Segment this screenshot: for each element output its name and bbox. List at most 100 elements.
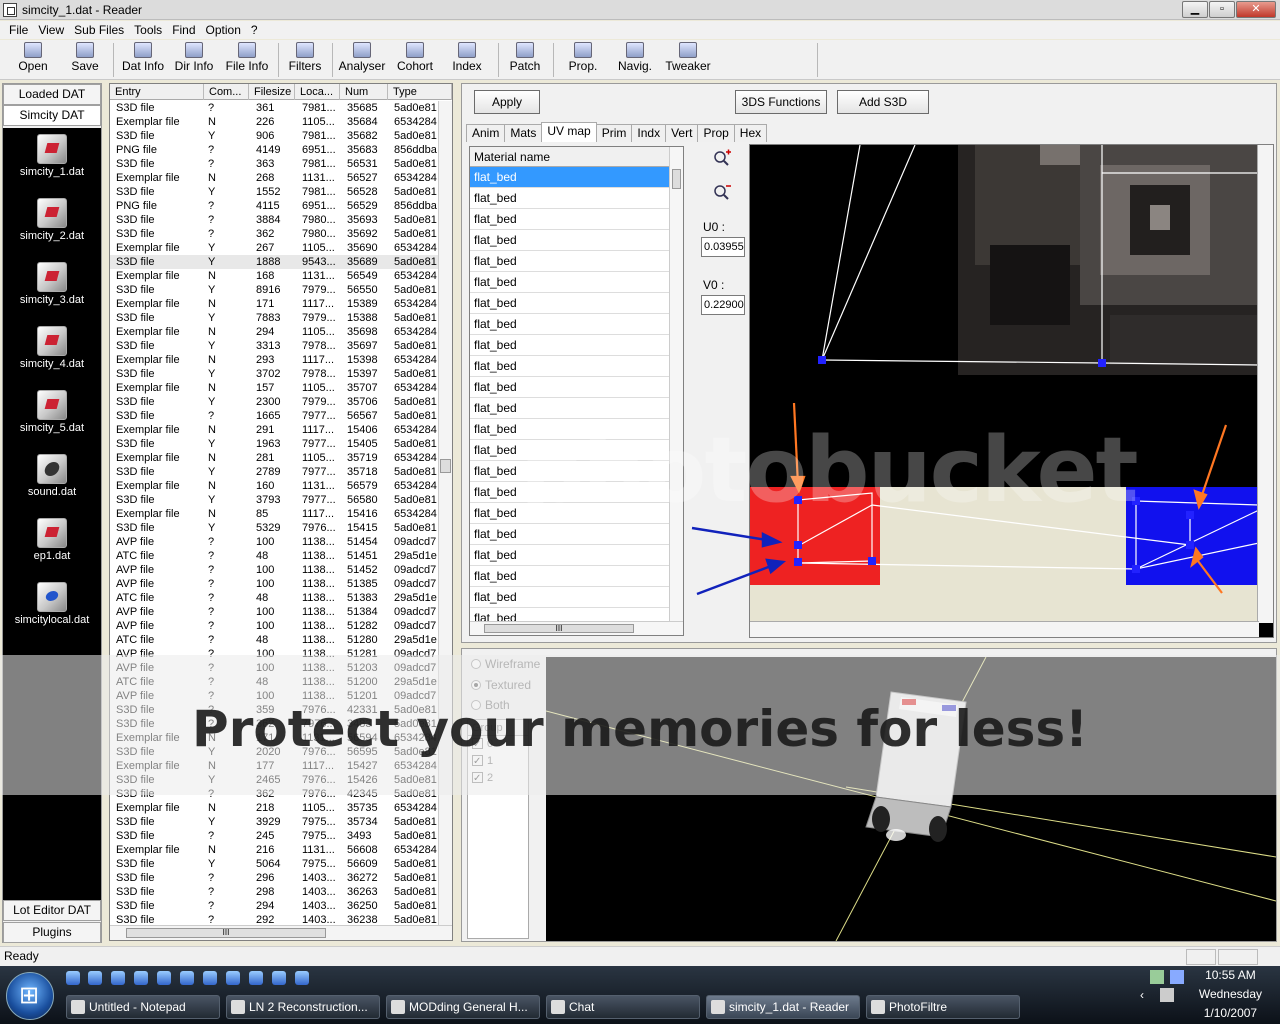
3ds-functions-button[interactable]: 3DS Functions xyxy=(735,90,827,114)
filters-button[interactable]: Filters xyxy=(286,42,324,78)
table-row[interactable]: Exemplar file N 157 1105... 35707 6534284 xyxy=(110,381,440,395)
table-row[interactable]: S3D file? 363 7981... 56531 5ad0e81 xyxy=(110,157,440,171)
uv-vertex-handle[interactable] xyxy=(1132,497,1140,505)
scroll-thumb[interactable] xyxy=(672,169,681,189)
table-row[interactable]: S3D file Y 1552 7981... 56528 5ad0e81 xyxy=(110,185,440,199)
material-row[interactable]: flat_bed xyxy=(470,503,670,524)
cohort-button[interactable]: Cohort xyxy=(394,42,436,78)
maximize-button[interactable]: ▫ xyxy=(1209,1,1235,18)
group-checkbox[interactable]: 0 xyxy=(468,736,528,753)
table-row[interactable]: S3D file Y 2465 7976... 15426 5ad0e81 xyxy=(110,773,440,787)
material-row[interactable]: flat_bed xyxy=(470,377,670,398)
checkbox[interactable] xyxy=(472,736,483,753)
uv-vertex-handle[interactable] xyxy=(818,356,826,364)
table-row[interactable]: AVP file? 100 1138... 51384 09adcd7 xyxy=(110,605,440,619)
tab-uv-map[interactable]: UV map xyxy=(541,122,597,142)
folder-icon[interactable] xyxy=(180,971,194,985)
recycle-bin-icon[interactable] xyxy=(88,971,102,985)
material-row[interactable]: flat_bed xyxy=(470,461,670,482)
table-row[interactable]: AVP file? 100 1138... 51281 09adcd7 xyxy=(110,647,440,661)
show-desktop-icon[interactable] xyxy=(66,971,80,985)
3d-viewport[interactable] xyxy=(546,657,1276,941)
uv-vertex-handle[interactable] xyxy=(794,541,802,549)
tab-prop[interactable]: Prop xyxy=(697,124,735,142)
table-row[interactable]: ATC file? 48 1138... 51383 29a5d1e xyxy=(110,591,440,605)
table-row[interactable]: S3D file Y 1963 7977... 15405 5ad0e81 xyxy=(110,437,440,451)
zoom-in-icon[interactable] xyxy=(712,148,732,168)
tab-prim[interactable]: Prim xyxy=(595,124,633,142)
menu-tools[interactable]: Tools xyxy=(129,23,167,37)
table-row[interactable]: Exemplar file N 294 1105... 35698 6534284 xyxy=(110,325,440,339)
scroll-thumb[interactable]: III xyxy=(126,928,326,938)
table-row[interactable]: Exemplar file N 177 1117... 15427 6534284 xyxy=(110,759,440,773)
tab-mats[interactable]: Mats xyxy=(504,124,543,142)
entry-list-vertical-scrollbar[interactable] xyxy=(438,101,452,925)
material-row[interactable]: flat_bed xyxy=(470,167,670,188)
table-row[interactable]: S3D file? 359 7976... 42331 5ad0e81 xyxy=(110,703,440,717)
table-row[interactable]: Exemplar file N 160 1131... 56579 6534284 xyxy=(110,479,440,493)
material-horizontal-scrollbar[interactable]: III xyxy=(470,621,683,635)
open-button[interactable]: Open xyxy=(14,42,52,78)
table-row[interactable]: S3D file? 362 7980... 35692 5ad0e81 xyxy=(110,227,440,241)
scroll-thumb[interactable] xyxy=(440,459,451,473)
table-row[interactable]: Exemplar file N 226 1105... 35684 6534284 xyxy=(110,115,440,129)
uv-vertex-handle[interactable] xyxy=(1098,359,1106,367)
uv-vertex-handle[interactable] xyxy=(794,496,802,504)
menu-help[interactable]: ? xyxy=(246,23,263,37)
table-row[interactable]: S3D file? 245 7975... 3493 5ad0e81 xyxy=(110,829,440,843)
uv-vertex-handle[interactable] xyxy=(868,557,876,565)
table-row[interactable]: S3D file? 294 1403... 36250 5ad0e81 xyxy=(110,899,440,913)
material-row[interactable]: flat_bed xyxy=(470,566,670,587)
table-row[interactable]: Exemplar file N 291 1117... 15406 6534284 xyxy=(110,423,440,437)
tweaker-button[interactable]: Tweaker xyxy=(664,42,712,78)
game-icon[interactable] xyxy=(295,971,309,985)
table-row[interactable]: S3D file Y 7883 7979... 15388 5ad0e81 xyxy=(110,311,440,325)
patch-button[interactable]: Patch xyxy=(507,42,543,78)
task-photofiltre[interactable]: PhotoFiltre xyxy=(866,995,1020,1019)
uv-map-canvas[interactable] xyxy=(749,144,1274,638)
table-row[interactable]: ATC file? 48 1138... 51280 29a5d1e xyxy=(110,633,440,647)
table-row[interactable]: Exemplar file N 293 1117... 15398 6534284 xyxy=(110,353,440,367)
material-row[interactable]: flat_bed xyxy=(470,251,670,272)
uv-vertex-handle[interactable] xyxy=(794,558,802,566)
close-button[interactable]: ✕ xyxy=(1236,1,1276,18)
navig-button[interactable]: Navig. xyxy=(614,42,656,78)
chevron-left-icon[interactable]: ‹ xyxy=(1140,988,1144,1002)
table-row[interactable]: S3D file? 362 7976... 42345 5ad0e81 xyxy=(110,787,440,801)
menu-file[interactable]: File xyxy=(4,23,33,37)
menu-view[interactable]: View xyxy=(33,23,69,37)
dat-file-item[interactable]: simcity_5.dat xyxy=(3,390,101,434)
u0-input[interactable]: 0.039557 xyxy=(701,237,745,257)
table-row[interactable]: S3D file Y 5329 7976... 15415 5ad0e81 xyxy=(110,521,440,535)
table-row[interactable]: AVP file? 100 1138... 51282 09adcd7 xyxy=(110,619,440,633)
table-row[interactable]: Exemplar file N 85 1117... 15416 6534284 xyxy=(110,507,440,521)
table-row[interactable]: AVP file? 100 1138... 51385 09adcd7 xyxy=(110,577,440,591)
table-row[interactable]: ATC file? 48 1138... 51451 29a5d1e xyxy=(110,549,440,563)
checkbox[interactable] xyxy=(472,753,483,770)
start-button[interactable] xyxy=(6,972,54,1020)
table-row[interactable]: S3D file? 362 7976... 3483 5ad0e81 xyxy=(110,717,440,731)
table-row[interactable]: S3D file Y 3929 7975... 35734 5ad0e81 xyxy=(110,815,440,829)
table-row[interactable]: Exemplar file Y 267 1105... 35690 6534284 xyxy=(110,241,440,255)
minimize-button[interactable]: ▁ xyxy=(1182,1,1208,18)
material-row[interactable]: flat_bed xyxy=(470,545,670,566)
clock[interactable]: 10:55 AM Wednesday 1/10/2007 xyxy=(1199,966,1262,1023)
group-header[interactable]: Group xyxy=(468,720,528,736)
dir-info-button[interactable]: Dir Info xyxy=(172,42,216,78)
material-vertical-scrollbar[interactable] xyxy=(669,147,683,621)
player-icon[interactable] xyxy=(272,971,286,985)
table-row[interactable]: S3D file Y 8916 7979... 56550 5ad0e81 xyxy=(110,283,440,297)
table-row[interactable]: Exemplar file N 218 1105... 35735 6534284 xyxy=(110,801,440,815)
table-row[interactable]: S3D file Y 2020 7976... 56595 5ad0e81 xyxy=(110,745,440,759)
tab-indx[interactable]: Indx xyxy=(631,124,667,142)
tab-simcity-dat[interactable]: Simcity DAT xyxy=(3,105,101,126)
table-row[interactable]: Exemplar file N 171 1131... 56594 6534284 xyxy=(110,731,440,745)
table-row[interactable]: S3D file? 3884 7980... 35693 5ad0e81 xyxy=(110,213,440,227)
dat-file-item[interactable]: simcity_2.dat xyxy=(3,198,101,242)
column-header-filesize[interactable]: Filesize xyxy=(249,84,295,100)
internet-explorer-icon[interactable] xyxy=(111,971,125,985)
task-reader[interactable]: simcity_1.dat - Reader xyxy=(706,995,860,1019)
add-s3d-button[interactable]: Add S3D xyxy=(837,90,929,114)
table-row[interactable]: PNG file? 4115 6951... 56529 856ddba xyxy=(110,199,440,213)
table-row[interactable]: AVP file? 100 1138... 51454 09adcd7 xyxy=(110,535,440,549)
